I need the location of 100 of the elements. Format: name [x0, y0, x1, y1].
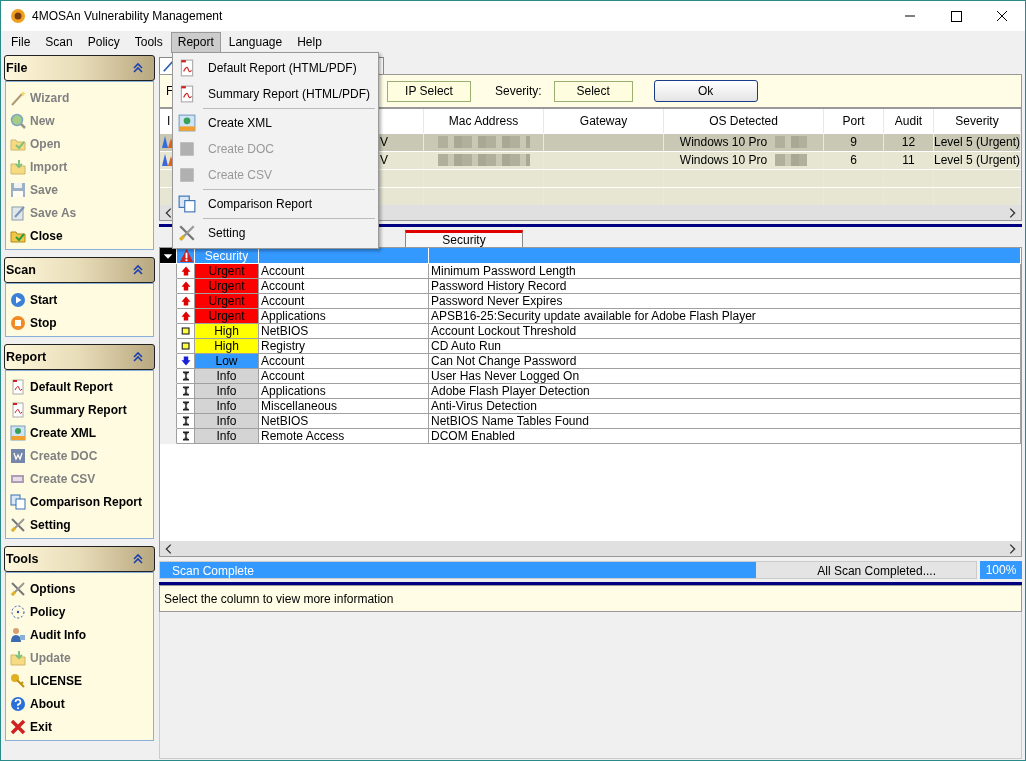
sidebar-item[interactable]: Audit Info [10, 623, 153, 646]
table-cell: V [380, 153, 388, 168]
up-arrow-icon [179, 280, 192, 292]
table-cell: 6 [850, 153, 857, 168]
severity-cell: Urgent [195, 279, 259, 294]
column-header[interactable]: Mac Address [448, 113, 519, 128]
key-icon [10, 672, 26, 689]
horizontal-scrollbar[interactable] [160, 541, 1021, 556]
column-header[interactable]: Severity [955, 113, 999, 128]
pages-icon [178, 195, 196, 213]
column-header[interactable] [259, 248, 429, 264]
panel-title: File [6, 61, 28, 75]
blurred-text [775, 154, 808, 167]
severity-cell: Info [195, 399, 259, 414]
sidebar-item[interactable]: Setting [10, 513, 153, 536]
crosshair-icon [10, 603, 26, 620]
column-header[interactable]: Port [842, 113, 865, 128]
app-icon [10, 8, 26, 24]
menu-item[interactable]: Policy [80, 31, 127, 53]
table-cell: Remote Access [261, 429, 345, 443]
down-arrow-icon [179, 355, 192, 367]
table-cell: 11 [902, 153, 915, 168]
x-mark-icon [10, 718, 26, 735]
sidebar-item[interactable]: Exit [10, 715, 153, 738]
wand-icon [10, 89, 26, 106]
panel-title: Tools [6, 552, 39, 566]
table-cell: Can Not Change Password [431, 354, 577, 368]
row-header[interactable] [160, 429, 177, 444]
severity-select-button[interactable]: Select [553, 80, 633, 102]
severity-cell: High [195, 324, 259, 339]
column-header[interactable] [429, 248, 1021, 264]
table-cell: NetBIOS [261, 414, 309, 428]
menu-item[interactable]: Scan [38, 31, 80, 53]
sidebar-item[interactable]: Summary Report [10, 398, 153, 421]
sidebar-item[interactable]: Comparison Report [10, 490, 153, 513]
menu-item[interactable]: Tools [127, 31, 170, 53]
sidebar-item[interactable]: Close [10, 224, 153, 247]
table-cell: Applications [261, 309, 326, 323]
table-cell: Registry [261, 339, 305, 353]
magnifier-icon [10, 112, 26, 129]
table-cell: Level 5 (Urgent) [934, 135, 1020, 150]
column-header[interactable]: OS Detected [709, 113, 778, 128]
severity-cell: Urgent [195, 309, 259, 324]
column-header[interactable]: I [167, 113, 171, 128]
table-cell: Account Lockout Threshold [431, 324, 577, 338]
status-summary: All Scan Completed.... [817, 564, 936, 578]
window-title: 4MOSAn Vulnerability Management [32, 9, 223, 23]
menu-item[interactable]: Help [290, 31, 329, 53]
severity-cell: Low [195, 354, 259, 369]
sidebar-item[interactable]: About [10, 692, 153, 715]
menu-item[interactable]: Report [170, 31, 221, 53]
up-arrow-icon [179, 310, 192, 322]
menu-item[interactable]: Setting [173, 220, 378, 246]
person-icon [10, 626, 26, 643]
warning-icon [179, 248, 194, 263]
sidebar-item[interactable]: Create XML [10, 421, 153, 444]
panel-header[interactable]: Report [4, 344, 155, 370]
table-cell: Adobe Flash Player Detection [431, 384, 590, 398]
document-pencil-icon [10, 204, 26, 221]
ip-select-button[interactable]: IP Select [387, 80, 471, 102]
table-cell: CD Auto Run [431, 339, 502, 353]
table-cell: Anti-Virus Detection [431, 399, 537, 413]
tab[interactable]: Security [405, 230, 523, 247]
folder-icon [10, 649, 26, 666]
up-arrow-icon [179, 295, 192, 307]
tools-icon [10, 580, 26, 597]
menu-item[interactable]: Default Report (HTML/PDF) [173, 55, 378, 81]
table-cell: DCOM Enabled [431, 429, 516, 443]
severity-cell: Info [195, 384, 259, 399]
menu-item[interactable]: File [4, 31, 38, 53]
sidebar-item[interactable]: Policy [10, 600, 153, 623]
table-cell: Level 5 (Urgent) [934, 153, 1020, 168]
column-header[interactable]: Audit [894, 113, 923, 128]
help-icon [10, 695, 26, 712]
panel-header[interactable]: File [4, 55, 155, 81]
menu-item[interactable]: Language [221, 31, 290, 53]
severity-cell: Info [195, 414, 259, 429]
sidebar-item[interactable]: Options [10, 577, 153, 600]
table-cell: Account [261, 369, 305, 383]
stop-icon [10, 314, 26, 331]
severity-cell: Info [195, 429, 259, 444]
sidebar-item[interactable]: Default Report [10, 375, 153, 398]
panel-header[interactable]: Tools [4, 546, 155, 572]
ok-button[interactable]: Ok [653, 80, 758, 102]
tools-icon [10, 516, 26, 533]
pages-icon [10, 493, 26, 510]
menu-item[interactable]: Summary Report (HTML/PDF) [173, 81, 378, 107]
status-message: Scan Complete [172, 564, 255, 578]
table-cell: Applications [261, 384, 326, 398]
sidebar-item[interactable]: Start [10, 288, 153, 311]
sidebar-item[interactable]: LICENSE [10, 669, 153, 692]
table-cell: User Has Never Logged On [431, 369, 580, 383]
table-cell: Account [261, 354, 305, 368]
sidebar-item[interactable]: Stop [10, 311, 153, 334]
table-cell: NetBIOS Name Tables Found [431, 414, 589, 428]
column-header[interactable]: Gateway [579, 113, 628, 128]
blurred-text [775, 136, 808, 149]
panel-header[interactable]: Scan [4, 257, 155, 283]
table-cell: Account [261, 264, 305, 278]
menu-item[interactable]: Comparison Report [173, 191, 378, 217]
